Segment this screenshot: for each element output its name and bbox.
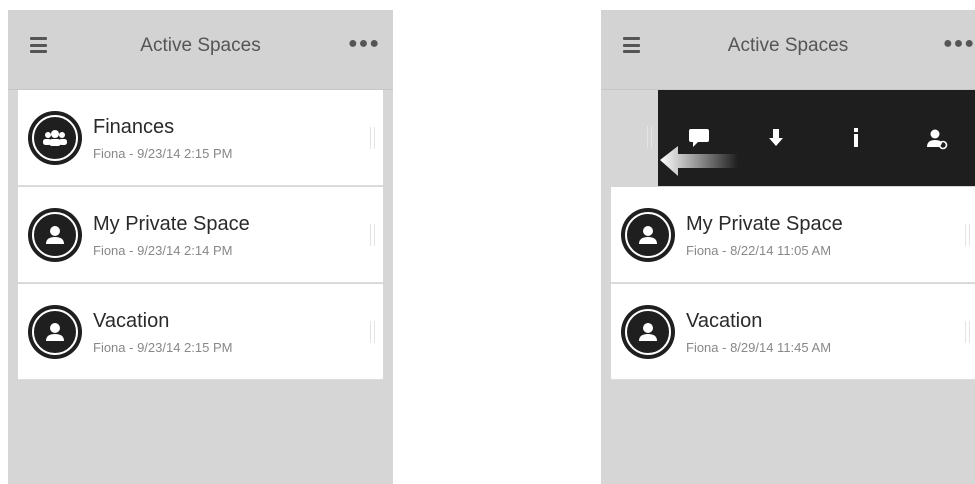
page-title: Active Spaces bbox=[140, 35, 261, 56]
space-meta: Fiona - 9/23/14 2:15 PM bbox=[93, 146, 233, 161]
avatar bbox=[28, 305, 82, 359]
more-icon[interactable]: ●●● bbox=[348, 32, 379, 56]
drag-handle[interactable] bbox=[370, 321, 375, 343]
navbar: Active Spaces ●●● bbox=[601, 10, 975, 90]
space-meta: Fiona - 9/23/14 2:15 PM bbox=[93, 340, 233, 355]
swipe-left-arrow-icon bbox=[660, 146, 738, 176]
avatar bbox=[28, 208, 82, 262]
drag-handle[interactable] bbox=[370, 224, 375, 246]
space-meta: Fiona - 8/29/14 11:45 AM bbox=[686, 340, 832, 355]
space-row-vacation[interactable]: Vacation Fiona - 9/23/14 2:15 PM bbox=[18, 284, 383, 380]
space-row-vacation[interactable]: Vacation Fiona - 8/29/14 11:45 AM bbox=[611, 284, 975, 380]
person-icon bbox=[46, 226, 64, 244]
manage-member-icon[interactable] bbox=[926, 128, 948, 150]
space-row-my-private-space[interactable]: My Private Space Fiona - 8/22/14 11:05 A… bbox=[611, 187, 975, 283]
space-name: Vacation bbox=[686, 310, 763, 332]
space-name: Finances bbox=[93, 116, 175, 138]
person-icon bbox=[639, 323, 657, 341]
space-name: My Private Space bbox=[686, 213, 843, 235]
person-icon bbox=[46, 323, 64, 341]
person-icon bbox=[639, 226, 657, 244]
drag-handle[interactable] bbox=[370, 127, 375, 149]
group-icon bbox=[43, 130, 67, 146]
avatar bbox=[28, 111, 82, 165]
left-screen: Active Spaces ●●● Finances Fiona - 9/23/… bbox=[8, 10, 393, 484]
space-name: Vacation bbox=[93, 310, 170, 332]
space-name: My Private Space bbox=[93, 213, 250, 235]
avatar bbox=[621, 305, 675, 359]
more-icon[interactable]: ●●● bbox=[943, 32, 974, 56]
swipe-action-bar bbox=[658, 90, 975, 186]
space-meta: Fiona - 8/22/14 11:05 AM bbox=[686, 243, 832, 258]
drag-handle[interactable] bbox=[965, 224, 970, 246]
info-icon[interactable] bbox=[852, 128, 860, 148]
drag-handle[interactable] bbox=[965, 321, 970, 343]
avatar bbox=[621, 208, 675, 262]
space-meta: Fiona - 9/23/14 2:14 PM bbox=[93, 243, 233, 258]
page-title: Active Spaces bbox=[727, 35, 849, 56]
download-icon[interactable] bbox=[769, 128, 783, 148]
comment-icon[interactable] bbox=[688, 128, 710, 148]
space-row-my-private-space[interactable]: My Private Space Fiona - 9/23/14 2:14 PM bbox=[18, 187, 383, 283]
right-screen: Active Spaces ●●● My Private Space Fiona… bbox=[601, 10, 975, 484]
navbar: Active Spaces ●●● bbox=[8, 10, 393, 90]
space-row-finances[interactable]: Finances Fiona - 9/23/14 2:15 PM bbox=[18, 90, 383, 186]
drag-handle[interactable] bbox=[647, 126, 652, 148]
